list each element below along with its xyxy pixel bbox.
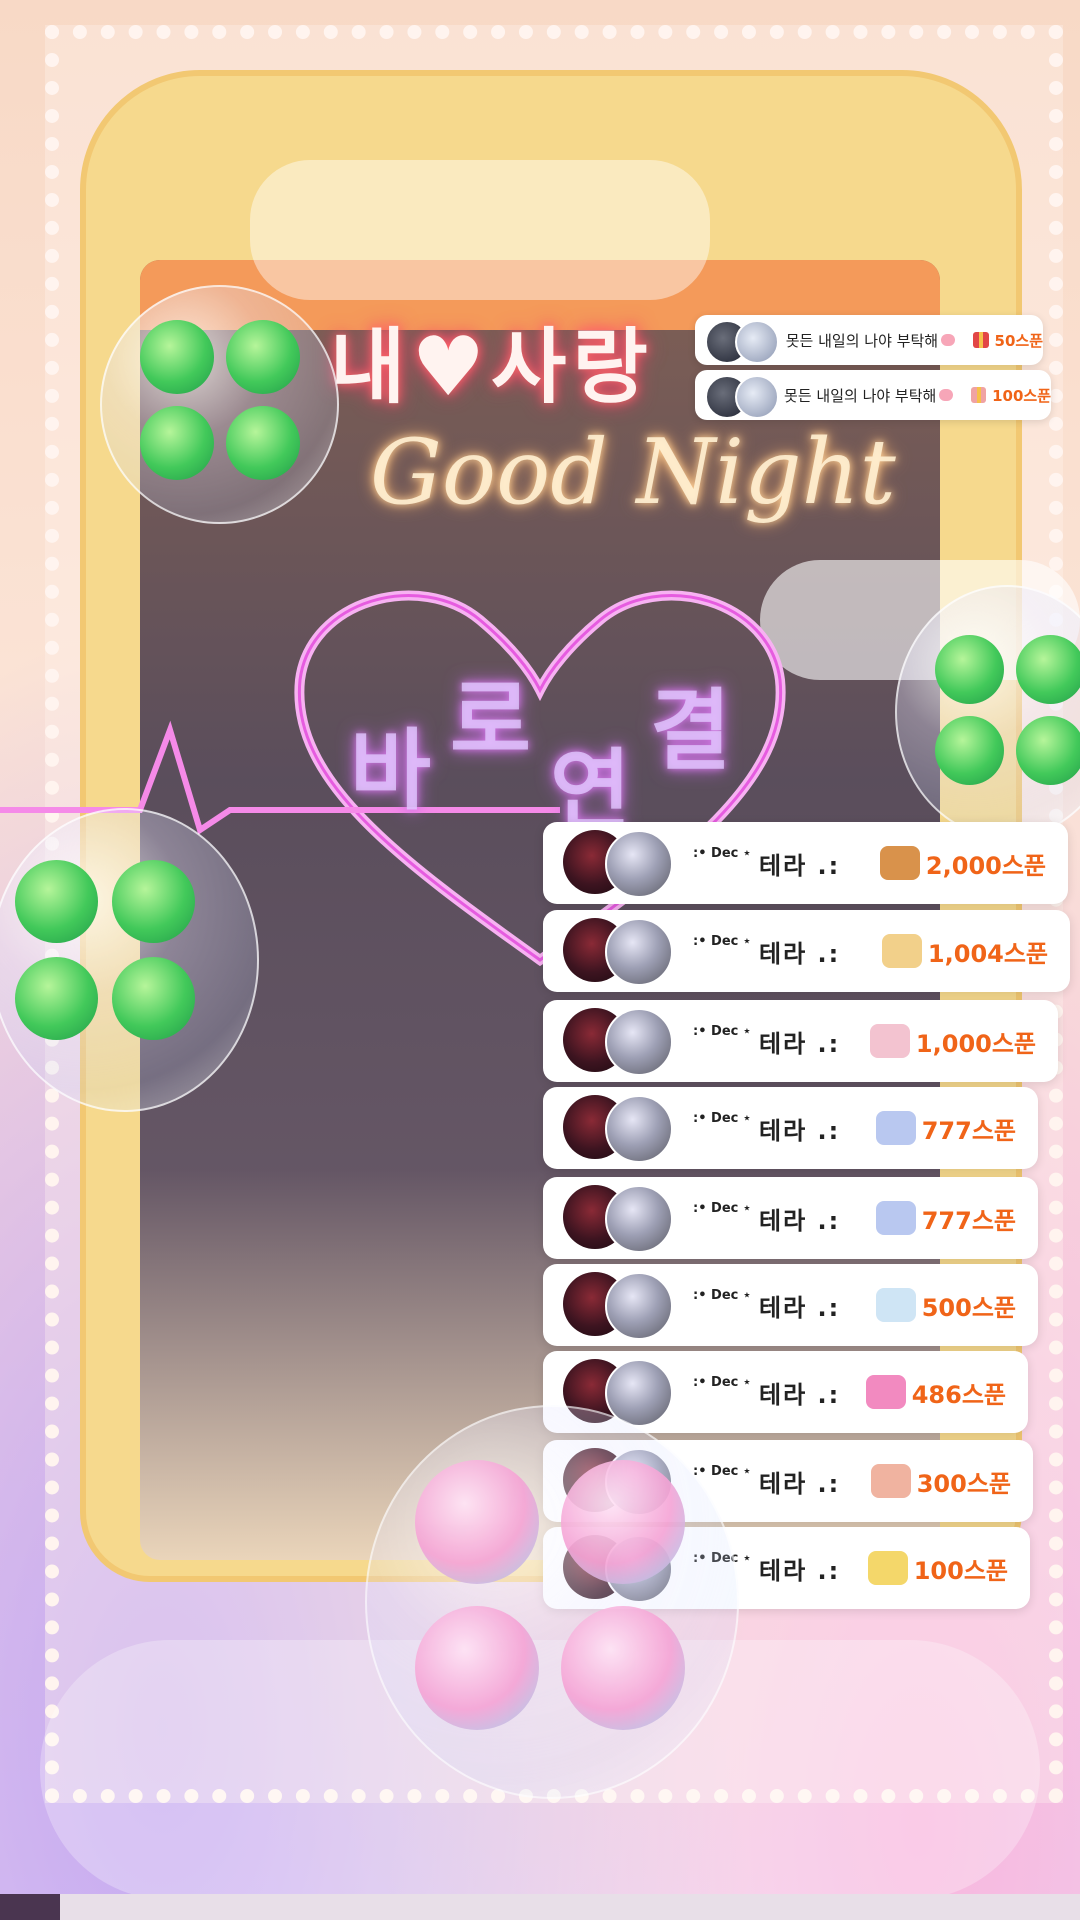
row-amount: 2,000스푼: [925, 851, 1046, 880]
toast-message: 못든 내일의 나야 부탁해: [784, 386, 937, 405]
donation-row: :• Dec ⋆ 테라 .: 2,000스푼: [543, 822, 1068, 904]
row-username: :• Dec ⋆테라 .:: [693, 1374, 841, 1409]
row-username: :• Dec ⋆테라 .:: [693, 845, 841, 880]
bottom-bar: [0, 1894, 1080, 1920]
row-amount: 777스푼: [921, 1206, 1016, 1235]
row-username: :• Dec ⋆테라 .:: [693, 933, 841, 968]
row-username: :• Dec ⋆테라 .:: [693, 1110, 841, 1145]
gift-box-icon: [972, 332, 989, 348]
toast-avatars: [705, 370, 779, 420]
avatar: [605, 1272, 673, 1340]
row-avatars: [563, 916, 673, 986]
pink-clover-icon: [415, 1460, 685, 1730]
donation-row: :• Dec ⋆ 테라 .: 500스푼: [543, 1264, 1038, 1346]
avatar: [735, 375, 779, 419]
row-username: :• Dec ⋆테라 .:: [693, 1463, 841, 1498]
row-amount: 1,000스푼: [915, 1029, 1036, 1058]
toast-amount: 100스푼: [992, 386, 1051, 405]
heart-gift-icon: [865, 1375, 906, 1409]
neon-script-title: Good Night: [370, 420, 896, 525]
fan-gift-icon: [870, 1464, 911, 1498]
clover-icon: [140, 320, 300, 480]
row-avatars: [563, 828, 673, 898]
donation-row: :• Dec ⋆ 테라 .: 777스푼: [543, 1177, 1038, 1259]
clover-icon: [935, 635, 1080, 785]
toast-avatars: [705, 315, 779, 365]
donation-row: :• Dec ⋆ 테라 .: 777스푼: [543, 1087, 1038, 1169]
rainbow-gift-icon: [875, 1201, 916, 1235]
row-username: :• Dec ⋆테라 .:: [693, 1287, 841, 1322]
rainbow-gift-icon: [875, 1111, 916, 1145]
neon-title: 내♥사랑: [330, 320, 654, 415]
flower-card-gift-icon: [869, 1024, 910, 1058]
row-avatars: [563, 1006, 673, 1076]
avatar: [735, 320, 779, 364]
sparkle-gift-icon: [867, 1551, 908, 1585]
toast-message: 못든 내일의 나야 부탁해: [785, 331, 939, 350]
clover-icon: [15, 860, 195, 1040]
row-amount: 1,004스푼: [927, 939, 1048, 968]
row-amount: 486스푼: [911, 1380, 1006, 1409]
avatar: [605, 1185, 673, 1253]
avatar: [605, 1095, 673, 1163]
gift-toast: 못든 내일의 나야 부탁해 50스푼: [695, 315, 1043, 365]
row-avatars: [563, 1093, 673, 1163]
center-text-char: 바: [350, 719, 431, 822]
avatar: [605, 918, 673, 986]
avatar: [605, 830, 673, 898]
toast-amount: 50스푼: [994, 331, 1043, 350]
row-amount: 100스푼: [913, 1556, 1008, 1585]
pig-emoji-icon: [941, 334, 955, 346]
row-avatars: [563, 1270, 673, 1340]
avatar: [605, 1008, 673, 1076]
row-amount: 777스푼: [921, 1116, 1016, 1145]
donation-row: :• Dec ⋆ 테라 .: 1,004스푼: [543, 910, 1070, 992]
row-username: :• Dec ⋆테라 .:: [693, 1200, 841, 1235]
center-text-char: 결: [650, 679, 731, 782]
row-amount: 300스푼: [916, 1469, 1011, 1498]
cloud-decoration: [250, 160, 710, 300]
row-amount: 500스푼: [921, 1293, 1016, 1322]
envelope-gift-icon: [875, 1288, 916, 1322]
pig-emoji-icon: [939, 389, 953, 401]
bread-gift-icon: [879, 846, 920, 880]
row-avatars: [563, 1183, 673, 1253]
gift-toast: 못든 내일의 나야 부탁해 100스푼: [695, 370, 1051, 420]
gift-box-icon: [970, 387, 987, 403]
center-text-char: 로: [450, 669, 531, 772]
angel-hands-gift-icon: [881, 934, 922, 968]
row-username: :• Dec ⋆테라 .:: [693, 1023, 841, 1058]
donation-row: :• Dec ⋆ 테라 .: 1,000스푼: [543, 1000, 1058, 1082]
